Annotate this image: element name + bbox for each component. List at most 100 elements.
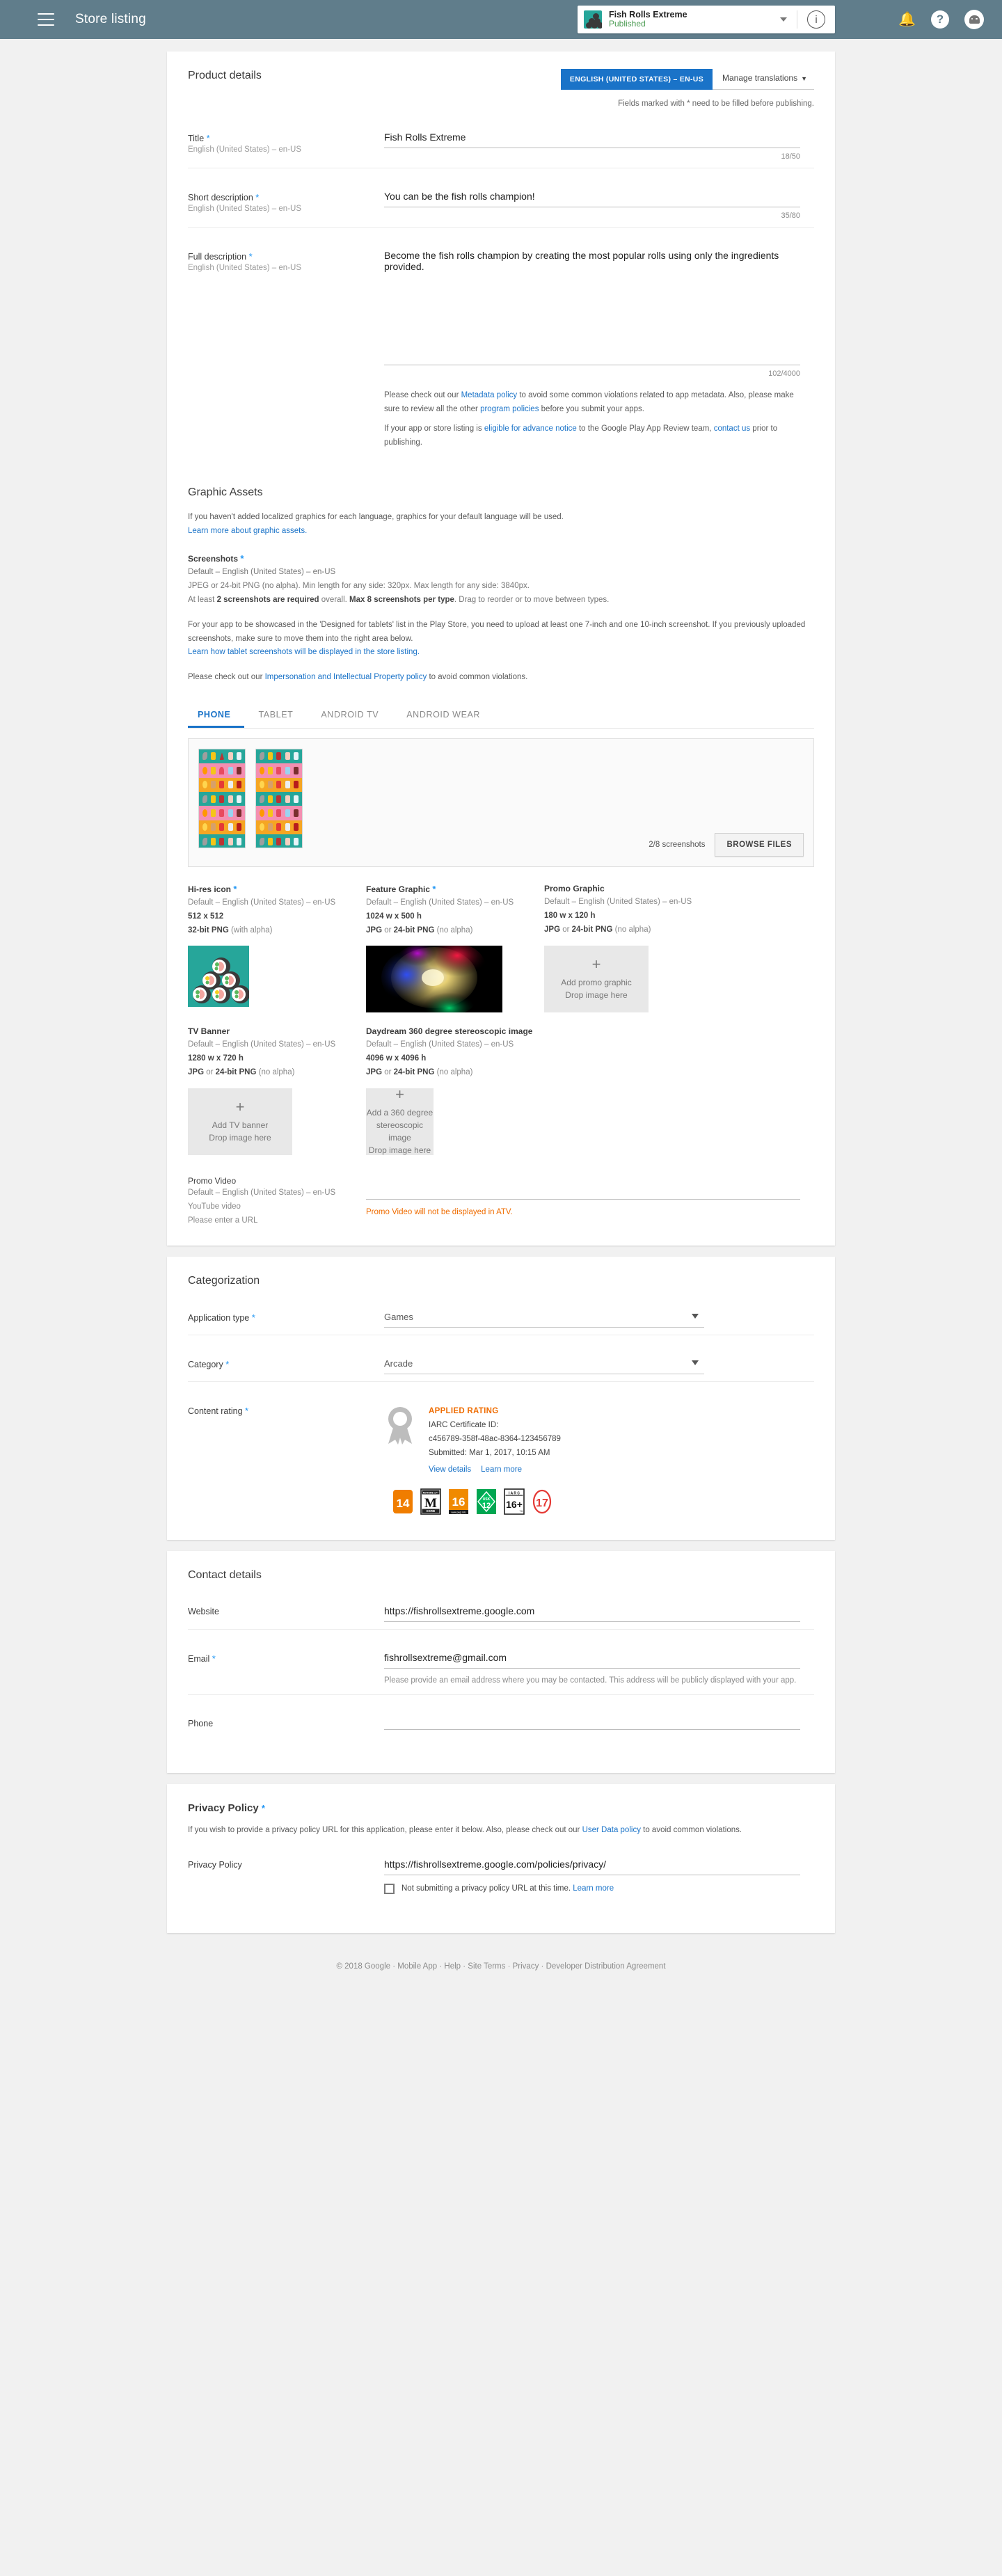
format-mid: or: [382, 926, 394, 935]
app-selector[interactable]: Fish Rolls Extreme Published i: [578, 6, 835, 33]
metadata-policy-link[interactable]: Metadata policy: [461, 391, 518, 399]
footer-link-developer-distribution-agreement[interactable]: Developer Distribution Agreement: [546, 1962, 666, 1971]
daydream-image-labels: Daydream 360 degree stereoscopic image D…: [366, 1026, 603, 1079]
contact-us-link[interactable]: contact us: [714, 424, 750, 433]
chevron-down-icon[interactable]: [780, 17, 787, 22]
website-input[interactable]: https://fishrollsextreme.google.com: [384, 1603, 800, 1622]
sep: ·: [390, 1962, 398, 1971]
footer-link-mobile-app[interactable]: Mobile App: [397, 1962, 437, 1971]
privacy-policy-url-input[interactable]: https://fishrollsextreme.google.com/poli…: [384, 1856, 800, 1875]
svg-text:TM: TM: [520, 1510, 523, 1513]
classind-14-badge: 14: [393, 1489, 413, 1513]
format-bold2: 24-bit PNG: [571, 925, 613, 935]
footer-link-help[interactable]: Help: [444, 1962, 461, 1971]
page-body: Product details ENGLISH (UNITED STATES) …: [0, 39, 1002, 1998]
hires-icon-format: 32-bit PNG: [188, 926, 229, 935]
screenshots-dropzone[interactable]: 2/8 screenshots BROWSE FILES: [188, 738, 814, 867]
daydream-dropzone[interactable]: + Add a 360 degree stereoscopic image Dr…: [366, 1086, 434, 1155]
tablet-paragraph-text: For your app to be showcased in the 'Des…: [188, 620, 806, 643]
application-type-label: Application type *: [188, 1308, 384, 1328]
promo-graphic-slot[interactable]: + Add promo graphic Drop image here: [544, 946, 722, 1013]
footer-link-site-terms[interactable]: Site Terms: [468, 1962, 505, 1971]
promo-graphic-sub: Default – English (United States) – en-U…: [544, 897, 692, 906]
sep: ·: [505, 1962, 513, 1971]
field-label-title: Title * English (United States) – en-US: [188, 129, 384, 161]
android-avatar-icon[interactable]: [964, 10, 984, 29]
daydream-image-slot[interactable]: + Add a 360 degree stereoscopic image Dr…: [366, 1086, 544, 1155]
ip-text-a: Please check out our: [188, 673, 265, 682]
application-type-select[interactable]: Games: [384, 1308, 704, 1328]
privacy-desc-a: If you wish to provide a privacy policy …: [188, 1826, 582, 1835]
feature-graphic-slot[interactable]: [366, 946, 544, 1013]
full-description-input[interactable]: Become the fish rolls champion by creati…: [384, 247, 800, 365]
feature-graphic-format: JPG: [366, 926, 383, 935]
hires-icon-preview[interactable]: [188, 946, 249, 1008]
field-row-privacy-policy: Privacy Policy https://fishrollsextreme.…: [188, 1838, 814, 1901]
footer-link-privacy[interactable]: Privacy: [513, 1962, 539, 1971]
tablet-screenshots-link[interactable]: Learn how tablet screenshots will be dis…: [188, 648, 420, 656]
category-control: Arcade: [384, 1355, 814, 1374]
ip-text-b: to avoid common violations.: [427, 673, 528, 682]
checkbox-label-text: Not submitting a privacy policy URL at t…: [401, 1884, 571, 1893]
email-input[interactable]: fishrollsextreme@gmail.com: [384, 1649, 800, 1669]
tv-banner-slot[interactable]: + Add TV banner Drop image here: [188, 1088, 366, 1155]
application-type-value: Games: [384, 1311, 413, 1322]
product-details-header: Product details ENGLISH (UNITED STATES) …: [188, 67, 814, 90]
learn-more-graphic-assets-link[interactable]: Learn more about graphic assets.: [188, 527, 307, 535]
program-policies-link[interactable]: program policies: [480, 405, 539, 413]
title-input[interactable]: Fish Rolls Extreme: [384, 129, 800, 148]
rule-text-e: . Drag to reorder or to move between typ…: [454, 595, 610, 604]
manage-translations-button[interactable]: Manage translations ▼: [713, 67, 814, 90]
daydream-format: JPG: [366, 1068, 383, 1077]
format-mid: or: [382, 1068, 394, 1077]
hamburger-menu-icon[interactable]: [38, 13, 54, 26]
format-bold2: 24-bit PNG: [393, 1068, 435, 1077]
ip-policy-link[interactable]: Impersonation and Intellectual Property …: [265, 673, 427, 681]
tv-banner-format: JPG: [188, 1068, 205, 1077]
field-short-description-sublabel: English (United States) – en-US: [188, 205, 301, 213]
category-select[interactable]: Arcade: [384, 1355, 704, 1374]
promo-drop-line-2: Drop image here: [565, 990, 628, 1001]
graphic-assets-title: Graphic Assets: [188, 486, 263, 499]
svg-text:www.pegi.info: www.pegi.info: [452, 1511, 466, 1513]
tab-phone[interactable]: PHONE: [188, 703, 244, 728]
advance-notice-paragraph: If your app or store listing is eligible…: [384, 422, 800, 450]
promo-video-url-input[interactable]: [366, 1184, 800, 1200]
promo-video-title: Promo Video: [188, 1175, 237, 1186]
feature-graphic-preview[interactable]: [366, 946, 502, 1013]
screenshot-thumb[interactable]: [255, 748, 303, 848]
tv-banner-dropzone[interactable]: + Add TV banner Drop image here: [188, 1088, 292, 1155]
required-star: *: [212, 1653, 216, 1664]
app-status-badge: Published: [609, 19, 646, 29]
language-pill[interactable]: ENGLISH (UNITED STATES) – EN-US: [560, 69, 713, 90]
phone-input[interactable]: [384, 1715, 800, 1731]
screenshot-thumb[interactable]: [198, 748, 246, 848]
info-circle-icon[interactable]: i: [807, 10, 825, 29]
browse-files-button[interactable]: BROWSE FILES: [715, 832, 804, 857]
chevron-down-icon: ▼: [801, 75, 807, 82]
screenshot-type-tabs: PHONE TABLET ANDROID TV ANDROID WEAR: [188, 703, 814, 729]
svg-text:17: 17: [536, 1497, 548, 1509]
learn-more-link[interactable]: Learn more: [481, 1465, 522, 1474]
privacy-policy-title: Privacy Policy *: [188, 1802, 814, 1814]
not-submitting-checkbox[interactable]: [384, 1883, 395, 1894]
question-mark-icon[interactable]: ?: [931, 10, 949, 29]
feature-graphic-title: Feature Graphic: [366, 884, 431, 894]
hires-icon-slot[interactable]: [188, 946, 366, 1008]
user-data-policy-link[interactable]: User Data policy: [582, 1826, 641, 1834]
tab-tablet[interactable]: TABLET: [244, 703, 307, 728]
required-star: *: [245, 1405, 249, 1416]
tablet-paragraph: For your app to be showcased in the 'Des…: [188, 619, 814, 660]
view-details-link[interactable]: View details: [429, 1465, 471, 1474]
tab-android-tv[interactable]: ANDROID TV: [307, 703, 392, 728]
sep: ·: [539, 1962, 546, 1971]
short-description-input[interactable]: You can be the fish rolls champion!: [384, 188, 800, 207]
field-control-full-description: Become the fish rolls champion by creati…: [384, 247, 814, 456]
privacy-learn-more-link[interactable]: Learn more: [573, 1884, 614, 1893]
tab-android-wear[interactable]: ANDROID WEAR: [392, 703, 494, 728]
promo-graphic-dropzone[interactable]: + Add promo graphic Drop image here: [544, 946, 649, 1013]
bell-icon[interactable]: 🔔: [898, 13, 916, 26]
svg-text:MATURE 17+: MATURE 17+: [423, 1491, 438, 1494]
required-star: *: [248, 251, 253, 262]
advance-notice-link[interactable]: eligible for advance notice: [484, 424, 577, 433]
